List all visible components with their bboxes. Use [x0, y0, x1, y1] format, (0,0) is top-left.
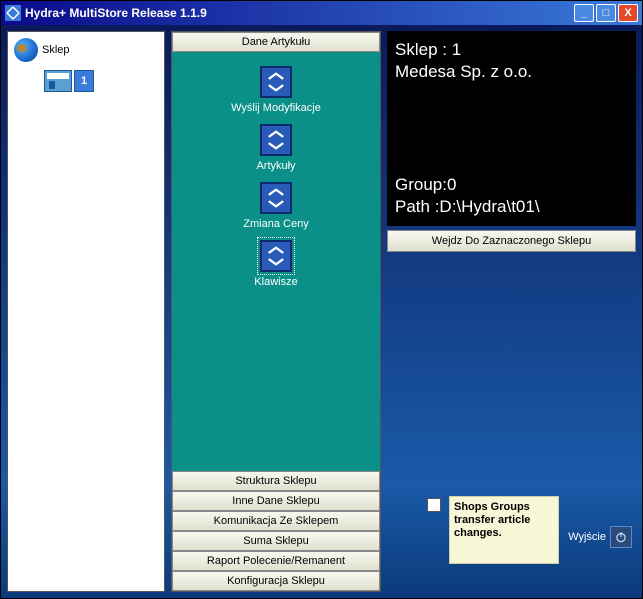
exit-label: Wyjście	[568, 531, 606, 543]
btn-store-communication[interactable]: Komunikacja Ze Sklepem	[172, 511, 380, 531]
exit-button[interactable]	[610, 526, 632, 548]
sync-icon	[260, 182, 292, 214]
sync-icon	[260, 66, 292, 98]
info-display: Sklep : 1 Medesa Sp. z o.o. Group:0 Path…	[387, 31, 636, 226]
sync-icon	[260, 240, 292, 272]
action-label: Artykuły	[256, 160, 295, 172]
window-controls: _ □ X	[574, 4, 638, 22]
tree-child-item[interactable]: 1	[44, 70, 158, 92]
sync-icon	[260, 124, 292, 156]
info-store: Sklep : 1	[395, 39, 628, 61]
info-group: Group:0	[395, 174, 628, 196]
window-body: Sklep 1 Dane Artykułu Wyślij Modyfikacje	[1, 25, 642, 598]
action-send-modifications[interactable]: Wyślij Modyfikacje	[231, 66, 321, 114]
note-area: Shops Groups transfer article changes.	[427, 496, 559, 564]
titlebar: Hydra+ MultiStore Release 1.1.9 _ □ X	[1, 1, 642, 25]
action-label: Zmiana Ceny	[243, 218, 308, 230]
action-articles[interactable]: Artykuły	[256, 124, 295, 172]
transfer-checkbox[interactable]	[427, 498, 441, 512]
btn-store-sum[interactable]: Suma Sklepu	[172, 531, 380, 551]
action-label: Wyślij Modyfikacje	[231, 102, 321, 114]
app-icon	[5, 5, 21, 21]
section-header: Dane Artykułu	[172, 32, 380, 52]
globe-icon	[14, 38, 38, 62]
minimize-button[interactable]: _	[574, 4, 594, 22]
btn-store-structure[interactable]: Struktura Sklepu	[172, 471, 380, 491]
tree-panel: Sklep 1	[7, 31, 165, 592]
center-panel: Dane Artykułu Wyślij Modyfikacje Artykuł…	[171, 31, 381, 592]
info-path: Path :D:\Hydra\t01\	[395, 196, 628, 218]
store-icon	[44, 70, 72, 92]
right-panel: Sklep : 1 Medesa Sp. z o.o. Group:0 Path…	[387, 31, 636, 592]
tree-root-label: Sklep	[42, 44, 70, 56]
action-price-change[interactable]: Zmiana Ceny	[243, 182, 308, 230]
bottom-button-stack: Struktura Sklepu Inne Dane Sklepu Komuni…	[172, 471, 380, 591]
actions-area: Wyślij Modyfikacje Artykuły Zmiana Ceny	[172, 52, 380, 471]
btn-other-store-data[interactable]: Inne Dane Sklepu	[172, 491, 380, 511]
btn-store-config[interactable]: Konfiguracja Sklepu	[172, 571, 380, 591]
btn-report-command[interactable]: Raport Polecenie/Remanent	[172, 551, 380, 571]
window-title: Hydra+ MultiStore Release 1.1.9	[25, 6, 574, 20]
action-label: Klawisze	[254, 276, 297, 288]
power-icon	[614, 530, 628, 544]
app-window: Hydra+ MultiStore Release 1.1.9 _ □ X Sk…	[0, 0, 643, 599]
maximize-button[interactable]: □	[596, 4, 616, 22]
exit-area: Wyjście	[568, 526, 632, 548]
note-box: Shops Groups transfer article changes.	[449, 496, 559, 564]
info-company: Medesa Sp. z o.o.	[395, 61, 628, 83]
close-button[interactable]: X	[618, 4, 638, 22]
action-keys[interactable]: Klawisze	[254, 240, 297, 288]
store-number: 1	[74, 70, 94, 92]
tree-root-item[interactable]: Sklep	[14, 38, 158, 62]
enter-store-button[interactable]: Wejdz Do Zaznaczonego Sklepu	[387, 230, 636, 252]
